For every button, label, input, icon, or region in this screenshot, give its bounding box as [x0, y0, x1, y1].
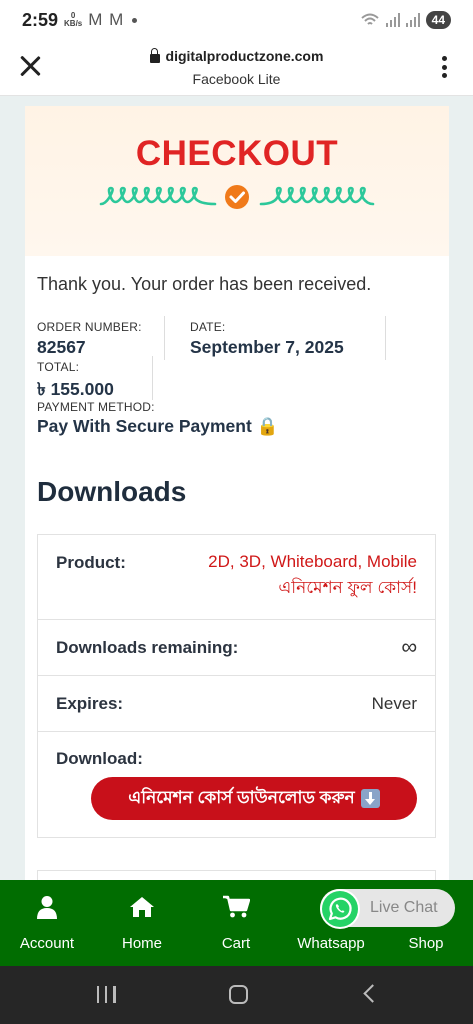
checkout-banner: CHECKOUT [25, 106, 449, 256]
divider [164, 316, 165, 360]
table-row: Downloads remaining: ∞ [38, 620, 435, 676]
date-value: September 7, 2025 [190, 337, 344, 357]
order-number-value: 82567 [37, 337, 86, 357]
downloads-remaining-label: Downloads remaining: [56, 638, 239, 657]
user-icon [36, 892, 58, 922]
expires-value: Never [371, 694, 417, 713]
network-speed: 0 KB/s [64, 12, 82, 28]
nav-account[interactable]: Account [14, 880, 80, 966]
thank-you-message: Thank you. Your order has been received. [37, 274, 372, 294]
product-line-2: এনিমেশন ফুল কোর্স! [278, 578, 417, 597]
downloads-table: Product: 2D, 3D, Whiteboard, Mobile এনিম… [37, 534, 436, 838]
date-label: DATE: [190, 320, 226, 334]
status-bar: 2:59 0 KB/s M M 44 [0, 0, 473, 40]
downloads-heading: Downloads [37, 476, 187, 507]
table-row: Expires: Never [38, 676, 435, 732]
nav-home-label: Home [121, 935, 162, 952]
clock: 2:59 [22, 9, 59, 30]
order-card: CHECKOUT Thank you. Your order has been … [25, 106, 449, 880]
total-label: TOTAL: [37, 360, 80, 374]
nav-shop-label: Shop [408, 935, 444, 952]
url-area[interactable]: digitalproductzone.com Facebook Lite [0, 47, 473, 87]
live-chat-label: Live Chat [370, 899, 438, 916]
signal-icon [385, 13, 400, 27]
download-course-button[interactable]: এনিমেশন কোর্স ডাউনলোড করুন [91, 777, 417, 820]
wifi-icon [360, 13, 379, 25]
nav-cart-label: Cart [221, 935, 251, 952]
lock-icon [149, 47, 160, 63]
table-row: Product: 2D, 3D, Whiteboard, Mobile এনিম… [38, 535, 435, 620]
app-name: Facebook Lite [192, 70, 281, 87]
down-arrow-icon [360, 789, 380, 808]
order-number-label: ORDER NUMBER: [37, 320, 142, 334]
expires-label: Expires: [56, 694, 124, 713]
downloads-remaining-value: ∞ [401, 634, 417, 659]
checkout-title: CHECKOUT [135, 134, 339, 173]
download-label: Download: [56, 749, 143, 768]
payment-method-label: PAYMENT METHOD: [37, 400, 155, 414]
product-link[interactable]: 2D, 3D, Whiteboard, Mobile এনিমেশন ফুল ক… [208, 549, 417, 601]
browser-header: digitalproductzone.com Facebook Lite [0, 40, 473, 96]
home-icon [129, 892, 155, 922]
page-content: CHECKOUT Thank you. Your order has been … [0, 96, 473, 880]
download-button-label: এনিমেশন কোর্স ডাউনলোড করুন [128, 787, 355, 807]
gmail-notification-icons: M M [88, 10, 125, 29]
status-icons: 44 [360, 11, 451, 29]
nav-cart[interactable]: Cart [210, 880, 262, 966]
product-label: Product: [56, 553, 126, 572]
nav-whatsapp-label: Whatsapp [297, 935, 365, 952]
cart-icon [222, 892, 250, 922]
signal-icon-2 [405, 13, 420, 27]
divider [385, 316, 386, 360]
recent-apps-icon[interactable] [97, 986, 116, 1003]
divider [152, 356, 153, 400]
nav-home[interactable]: Home [112, 880, 172, 966]
battery-indicator: 44 [425, 11, 451, 29]
domain-row: digitalproductzone.com [149, 47, 324, 64]
next-section-box [37, 870, 436, 880]
home-button-icon[interactable] [229, 985, 248, 1004]
payment-method-value: Pay With Secure Payment 🔒 [37, 416, 279, 436]
domain-text: digitalproductzone.com [165, 48, 324, 64]
network-speed-unit: KB/s [64, 19, 83, 28]
back-icon[interactable] [363, 984, 382, 1003]
system-navigation-bar [0, 966, 473, 1024]
whatsapp-icon[interactable] [320, 889, 360, 929]
more-notifications-dot [132, 17, 138, 23]
more-options-icon[interactable] [441, 56, 447, 78]
nav-account-label: Account [19, 935, 75, 952]
squiggle-divider [99, 185, 375, 209]
product-line-1: 2D, 3D, Whiteboard, Mobile [208, 552, 417, 571]
